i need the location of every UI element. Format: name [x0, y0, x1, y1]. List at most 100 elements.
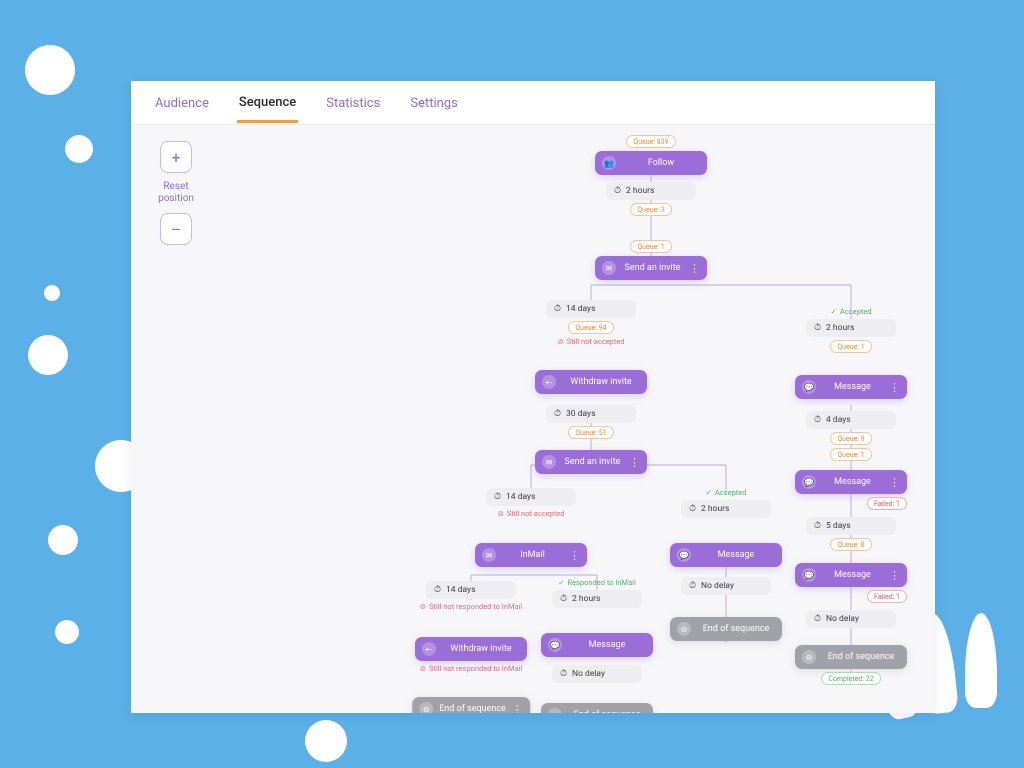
node-end-of-sequence[interactable]: ⊖ End of sequence [541, 703, 653, 713]
queue-badge: Queue: 51 [568, 426, 613, 439]
clock-icon: ⏱ [814, 323, 821, 333]
node-message[interactable]: 💬 Message ⋮ [795, 375, 907, 399]
clock-icon: ⏱ [814, 614, 821, 624]
node-inmail[interactable]: ✉ InMail ⋮ [475, 543, 587, 567]
reject-icon: ⊘ [420, 664, 426, 673]
action-label: InMail [502, 550, 563, 560]
action-label: Send an invite [562, 457, 623, 467]
end-icon: ⊖ [677, 622, 691, 636]
node-send-invite[interactable]: ✉ Send an invite ⋮ [535, 450, 647, 474]
action-label: Send an invite [622, 263, 683, 273]
node-follow[interactable]: Queue: 839 👥 Follow [595, 135, 707, 175]
more-icon[interactable]: ⋮ [889, 476, 900, 489]
condition-label: ✓Accepted [831, 307, 872, 316]
more-icon[interactable]: ⋮ [569, 549, 580, 562]
delay-node: ⏱ 2 hours Queue: 3 [606, 182, 696, 216]
delay-node: ⏱ 5 days Queue: 8 [806, 517, 896, 551]
clock-icon: ⏱ [560, 594, 567, 604]
delay-label: 4 days [826, 415, 851, 425]
delay-label: 14 days [566, 304, 595, 314]
delay-node: ⏱ No delay [552, 665, 642, 683]
node-withdraw-invite[interactable]: ⇠ Withdraw invite [535, 370, 647, 394]
clock-icon: ⏱ [554, 304, 561, 314]
message-icon: 💬 [677, 548, 691, 562]
queue-badge: Queue: 1 [630, 240, 671, 253]
node-end-of-sequence[interactable]: ⊖ End of sequence Completed: 22 [795, 645, 907, 685]
delay-label: No delay [701, 581, 734, 591]
condition-label: ⊘Still not accepted [497, 509, 564, 518]
queue-badge: Queue: 1 [830, 340, 871, 353]
reject-icon: ⊘ [557, 337, 563, 346]
action-label: End of sequence [568, 710, 646, 713]
bg-circle [65, 135, 93, 163]
action-label: Withdraw invite [562, 377, 640, 387]
check-icon: ✓ [558, 578, 564, 587]
action-label: Follow [622, 158, 700, 168]
action-label: Message [568, 640, 646, 650]
delay-label: 14 days [506, 492, 535, 502]
node-withdraw-invite[interactable]: ⇠ Withdraw invite ⊘Still not responded t… [415, 637, 527, 673]
condition-label: ⊘Still not responded to InMail [420, 602, 523, 611]
clock-icon: ⏱ [814, 521, 821, 531]
bg-circle [44, 285, 60, 301]
clock-icon: ⏱ [814, 415, 821, 425]
message-icon: 💬 [802, 568, 816, 582]
invite-icon: ✉ [602, 261, 616, 275]
delay-label: 2 hours [701, 504, 729, 514]
app-panel: Audience Sequence Statistics Settings + … [131, 81, 935, 713]
delay-node: ⏱ 4 days Queue: 9 Queue: 1 [806, 411, 896, 461]
check-icon: ✓ [831, 307, 837, 316]
tab-bar: Audience Sequence Statistics Settings [131, 81, 935, 125]
message-icon: 💬 [802, 475, 816, 489]
action-label: Message [822, 570, 883, 580]
node-message[interactable]: 💬 Message ⋮ Failed: 1 [795, 470, 907, 510]
tab-settings[interactable]: Settings [408, 84, 459, 121]
node-message[interactable]: 💬 Message [670, 543, 782, 567]
condition-label: ⊘Still not responded to InMail [420, 664, 523, 673]
more-icon[interactable]: ⋮ [512, 703, 523, 714]
end-icon: ⊖ [419, 702, 433, 713]
reject-icon: ⊘ [420, 602, 426, 611]
condition-label: ✓Accepted [706, 488, 747, 497]
clock-icon: ⏱ [554, 409, 561, 419]
branch-accepted: ✓Accepted ⏱ 2 hours Queue: 1 [806, 307, 896, 353]
more-icon[interactable]: ⋮ [689, 262, 700, 275]
delay-label: 14 days [446, 585, 475, 595]
node-message[interactable]: 💬 Message [541, 633, 653, 657]
withdraw-icon: ⇠ [422, 642, 436, 656]
sequence-canvas[interactable]: Queue: 839 👥 Follow ⏱ 2 hours Queue: 3 Q… [131, 125, 935, 713]
inmail-icon: ✉ [482, 548, 496, 562]
node-end-of-sequence[interactable]: ⊖ End of sequence ⋮ Well isn't requested [412, 697, 530, 713]
failed-badge: Failed: 1 [867, 497, 907, 510]
bg-circle [305, 720, 347, 762]
action-label: Message [822, 477, 883, 487]
branch-accepted: ✓Accepted ⏱ 2 hours [681, 488, 771, 518]
node-send-invite[interactable]: Queue: 1 ✉ Send an invite ⋮ [595, 240, 707, 280]
bg-circle [28, 335, 68, 375]
delay-label: 2 hours [572, 594, 600, 604]
queue-badge: Queue: 839 [626, 135, 675, 148]
action-label: Message [822, 382, 883, 392]
clock-icon: ⏱ [434, 585, 441, 595]
delay-node: ⏱ 30 days Queue: 51 [546, 405, 636, 439]
delay-label: 2 hours [626, 186, 654, 196]
bg-circle [55, 620, 79, 644]
queue-badge: Queue: 1 [830, 448, 871, 461]
more-icon[interactable]: ⋮ [889, 381, 900, 394]
end-icon: ⊖ [802, 650, 816, 664]
queue-badge: Queue: 94 [568, 321, 613, 334]
action-label: End of sequence [822, 652, 900, 662]
bg-circle [48, 525, 78, 555]
clock-icon: ⏱ [689, 581, 696, 591]
tab-statistics[interactable]: Statistics [324, 84, 382, 121]
tab-audience[interactable]: Audience [153, 84, 211, 121]
failed-badge: Failed: 1 [867, 590, 907, 603]
more-icon[interactable]: ⋮ [889, 569, 900, 582]
node-message[interactable]: 💬 Message ⋮ Failed: 1 [795, 563, 907, 603]
delay-node: ⏱ No delay [681, 577, 771, 595]
node-end-of-sequence[interactable]: ⊖ End of sequence [670, 617, 782, 641]
tab-sequence[interactable]: Sequence [237, 83, 298, 123]
more-icon[interactable]: ⋮ [629, 456, 640, 469]
clock-icon: ⏱ [494, 492, 501, 502]
action-label: Message [697, 550, 775, 560]
